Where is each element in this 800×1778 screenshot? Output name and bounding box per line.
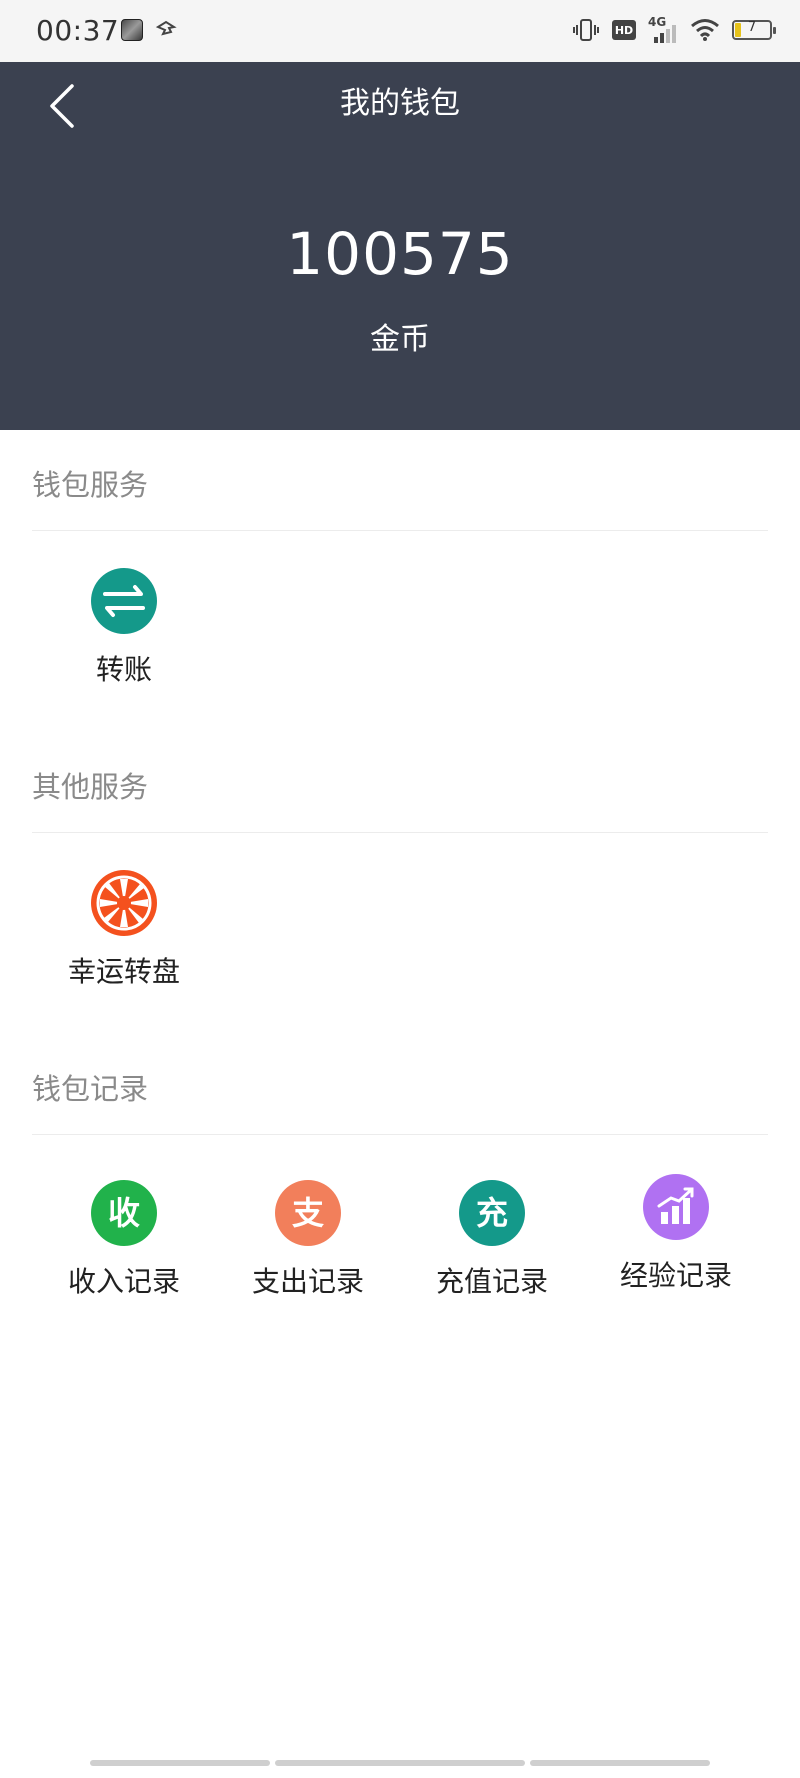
- divider: [32, 1134, 768, 1135]
- expense-icon-glyph: 支: [291, 1194, 324, 1232]
- balance-unit: 金币: [370, 322, 430, 357]
- divider: [32, 530, 768, 531]
- experience-records-label: 经验记录: [619, 1259, 732, 1292]
- expense-records-label: 支出记录: [251, 1265, 364, 1298]
- hd-badge: HD: [612, 20, 636, 40]
- section-title-wallet-services: 钱包服务: [32, 468, 149, 502]
- transfer-icon: [91, 568, 157, 634]
- divider: [32, 832, 768, 833]
- home-indicator[interactable]: [0, 1760, 800, 1766]
- income-icon: 收: [91, 1180, 157, 1246]
- income-records-label: 收入记录: [67, 1265, 180, 1298]
- status-right-icons: HD 4G 7: [572, 14, 776, 46]
- recharge-records-label: 充值记录: [435, 1265, 548, 1298]
- income-icon-glyph: 收: [107, 1194, 140, 1232]
- lucky-wheel-button[interactable]: 幸运转盘: [49, 870, 199, 990]
- recharge-icon-glyph: 充: [475, 1194, 508, 1232]
- section-title-other-services: 其他服务: [32, 770, 149, 804]
- income-records-button[interactable]: 收 收入记录: [49, 1180, 199, 1300]
- wifi-icon: [691, 19, 719, 41]
- experience-records-button[interactable]: 经验记录: [601, 1174, 751, 1294]
- recharge-icon: 充: [459, 1180, 525, 1246]
- lucky-wheel-label: 幸运转盘: [67, 955, 180, 988]
- recharge-records-button[interactable]: 充 充值记录: [417, 1180, 567, 1300]
- section-title-wallet-records: 钱包记录: [32, 1072, 149, 1106]
- lucky-wheel-icon: [91, 870, 157, 936]
- wallet-header: 我的钱包 100575 金币: [0, 62, 800, 430]
- expense-records-button[interactable]: 支 支出记录: [233, 1180, 383, 1300]
- status-time: 00:37: [36, 14, 120, 47]
- vibrate-icon: [573, 19, 599, 41]
- experience-chart-icon: [643, 1174, 709, 1240]
- expense-icon: 支: [275, 1180, 341, 1246]
- transfer-button[interactable]: 转账: [49, 568, 199, 688]
- battery-level: 7: [747, 20, 757, 35]
- battery-icon: 7: [732, 20, 776, 40]
- status-bar: 00:37 HD 4G 7: [0, 0, 800, 62]
- balance-amount: 100575: [286, 220, 514, 288]
- page-title: 我的钱包: [340, 86, 460, 121]
- signal-4g-icon: 4G: [648, 15, 678, 43]
- transfer-label: 转账: [95, 653, 152, 686]
- message-notification-icon: [155, 20, 177, 36]
- app-notification-icon: [121, 19, 143, 41]
